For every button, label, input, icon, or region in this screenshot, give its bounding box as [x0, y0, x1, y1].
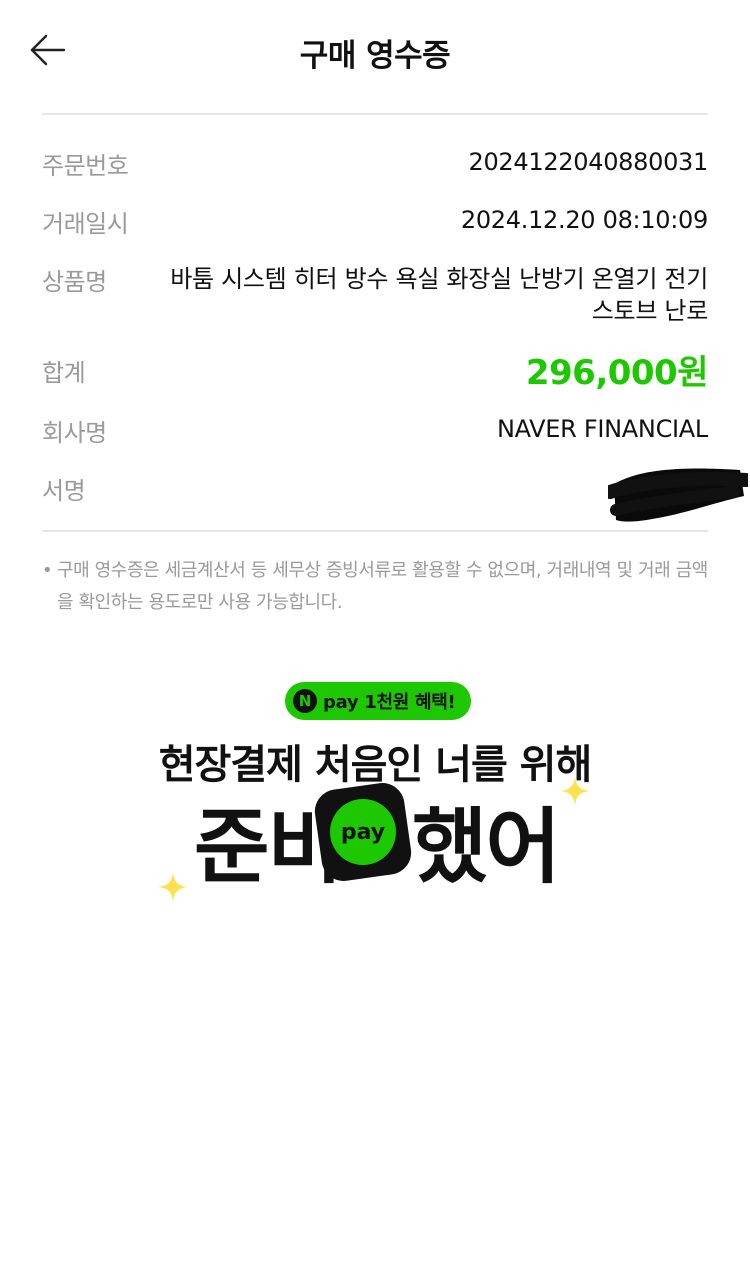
transaction-datetime-label: 거래일시 — [42, 210, 129, 238]
order-number-value: 2024122040880031 — [468, 148, 708, 176]
product-name-value: 바툼 시스템 히터 방수 욕실 화장실 난방기 온열기 전기 스토브 난로 — [170, 265, 708, 325]
company-value: NAVER FINANCIAL — [496, 415, 708, 443]
pay-icon: pay — [312, 780, 414, 884]
promo-badge-text: pay 1천원 혜택! — [323, 692, 456, 713]
signature-image — [603, 462, 750, 528]
top-divider — [42, 113, 708, 115]
total-label: 합계 — [42, 359, 86, 387]
promo-big-text-part2: 했어 — [412, 800, 561, 895]
company-label: 회사명 — [42, 419, 107, 447]
notice-text: 구매 영수증은 세금계산서 등 세무상 증빙서류로 활용할 수 없으며, 거래내… — [57, 560, 708, 613]
total-amount-value: 296,000원 — [525, 353, 709, 393]
pay-icon-label: pay — [330, 799, 396, 865]
sparkle-icon — [560, 776, 590, 806]
promo-badge[interactable]: N pay 1천원 혜택! — [285, 682, 472, 720]
signature-label: 서명 — [42, 477, 86, 505]
bottom-divider — [42, 530, 708, 532]
promo-big-text: 준비 pay 했어 — [190, 780, 590, 895]
transaction-datetime-value: 2024.12.20 08:10:09 — [460, 206, 708, 234]
receipt-notice: • 구매 영수증은 세금계산서 등 세무상 증빙서류로 활용할 수 없으며, 거… — [42, 555, 712, 619]
naver-n-logo-icon: N — [293, 689, 317, 713]
promo-banner[interactable]: N pay 1천원 혜택! 현장결제 처음인 너를 위해 준비 pay 했어 — [0, 670, 750, 930]
sparkle-icon — [158, 872, 188, 902]
notice-bullet: • — [42, 560, 53, 581]
product-name-label: 상품명 — [42, 268, 107, 296]
page-title: 구매 영수증 — [299, 38, 451, 74]
order-number-label: 주문번호 — [42, 152, 129, 180]
header: 구매 영수증 — [0, 0, 750, 100]
